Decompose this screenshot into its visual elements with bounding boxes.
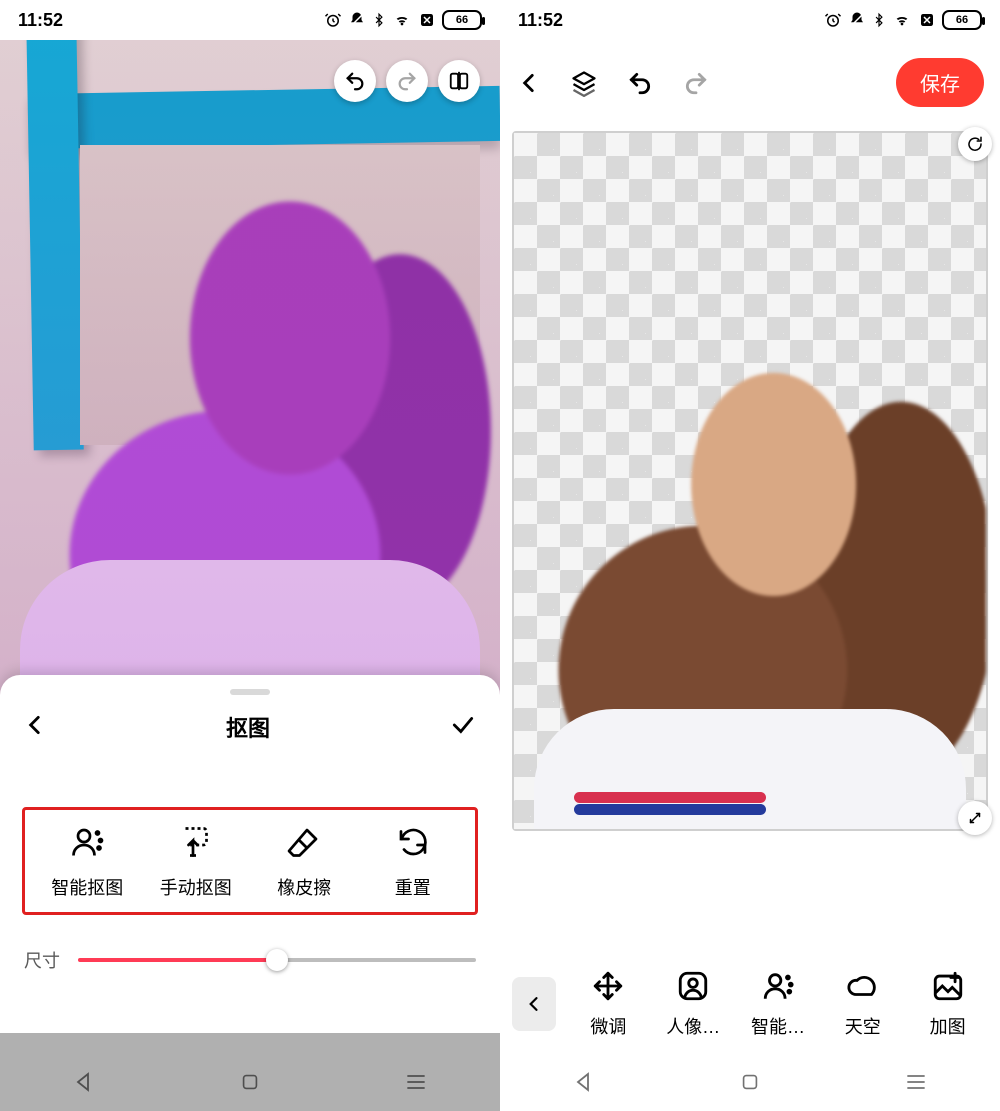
sheet-back-button[interactable] xyxy=(22,712,48,743)
layers-button[interactable] xyxy=(570,69,598,97)
tool-label: 天空 xyxy=(845,1013,881,1039)
size-slider[interactable] xyxy=(78,958,476,962)
sheet-grabber[interactable] xyxy=(230,689,270,695)
canvas-resize-handle[interactable] xyxy=(958,801,992,835)
dnd-icon xyxy=(348,11,366,29)
tools-scroll-left[interactable] xyxy=(512,977,556,1031)
right-screenshot: 11:52 66 保存 xyxy=(500,0,1000,1111)
tool-label: 重置 xyxy=(395,874,431,900)
nav-back-icon[interactable] xyxy=(72,1070,96,1094)
left-screenshot: 11:52 66 抠图 xyxy=(0,0,500,1111)
tool-label: 微调 xyxy=(590,1013,626,1039)
bluetooth-icon xyxy=(872,11,886,29)
wifi-icon xyxy=(892,12,912,28)
tool-sky[interactable]: 天空 xyxy=(822,969,903,1039)
nav-recent-icon[interactable] xyxy=(904,1070,928,1094)
tool-portrait[interactable]: 人像… xyxy=(653,969,734,1039)
tool-manual-cutout[interactable]: 手动抠图 xyxy=(151,824,241,900)
undo-button[interactable] xyxy=(334,60,376,102)
photo-canvas[interactable] xyxy=(0,40,500,700)
editor-topbar: 保存 xyxy=(500,40,1000,117)
compare-button[interactable] xyxy=(438,60,480,102)
status-time: 11:52 xyxy=(18,10,63,31)
tool-smart[interactable]: 智能… xyxy=(738,969,819,1039)
status-bar: 11:52 66 xyxy=(0,0,500,40)
status-bar: 11:52 66 xyxy=(500,0,1000,40)
tool-label: 手动抠图 xyxy=(160,874,232,900)
nav-recent-icon[interactable] xyxy=(404,1070,428,1094)
tool-fine-tune[interactable]: 微调 xyxy=(568,969,649,1039)
tool-add-image[interactable]: 加图 xyxy=(907,969,988,1039)
nav-home-icon[interactable] xyxy=(239,1071,261,1093)
sheet-confirm-button[interactable] xyxy=(448,712,478,743)
battery-indicator: 66 xyxy=(942,10,982,30)
tool-eraser[interactable]: 橡皮擦 xyxy=(259,824,349,900)
save-button[interactable]: 保存 xyxy=(896,58,984,107)
tool-label: 加图 xyxy=(930,1013,966,1039)
no-sim-icon xyxy=(918,11,936,29)
tool-label: 橡皮擦 xyxy=(277,874,331,900)
alarm-icon xyxy=(824,11,842,29)
redo-button[interactable] xyxy=(682,70,710,96)
tool-label: 智能… xyxy=(751,1013,805,1039)
android-navbar xyxy=(0,1053,500,1111)
bluetooth-icon xyxy=(372,11,386,29)
cutout-tools-highlight: 智能抠图 手动抠图 橡皮擦 重置 xyxy=(22,807,478,915)
back-button[interactable] xyxy=(516,70,542,96)
status-time: 11:52 xyxy=(518,10,563,31)
android-navbar xyxy=(500,1053,1000,1111)
redo-button[interactable] xyxy=(386,60,428,102)
dnd-icon xyxy=(848,11,866,29)
nav-back-icon[interactable] xyxy=(572,1070,596,1094)
tool-label: 智能抠图 xyxy=(51,874,123,900)
alarm-icon xyxy=(324,11,342,29)
tool-label: 人像… xyxy=(666,1013,720,1039)
editor-canvas[interactable] xyxy=(512,131,988,831)
nav-home-icon[interactable] xyxy=(739,1071,761,1093)
wifi-icon xyxy=(392,12,412,28)
sheet-title: 抠图 xyxy=(226,711,270,743)
slider-label: 尺寸 xyxy=(24,947,60,973)
editor-bottom-tools: 微调 人像… 智能… 天空 加图 xyxy=(500,969,1000,1039)
no-sim-icon xyxy=(418,11,436,29)
undo-button[interactable] xyxy=(626,70,654,96)
canvas-rotate-button[interactable] xyxy=(958,127,992,161)
battery-indicator: 66 xyxy=(442,10,482,30)
tool-smart-cutout[interactable]: 智能抠图 xyxy=(42,824,132,900)
cutout-sheet: 抠图 智能抠图 手动抠图 橡皮擦 重置 尺寸 xyxy=(0,675,500,1033)
tool-reset[interactable]: 重置 xyxy=(368,824,458,900)
